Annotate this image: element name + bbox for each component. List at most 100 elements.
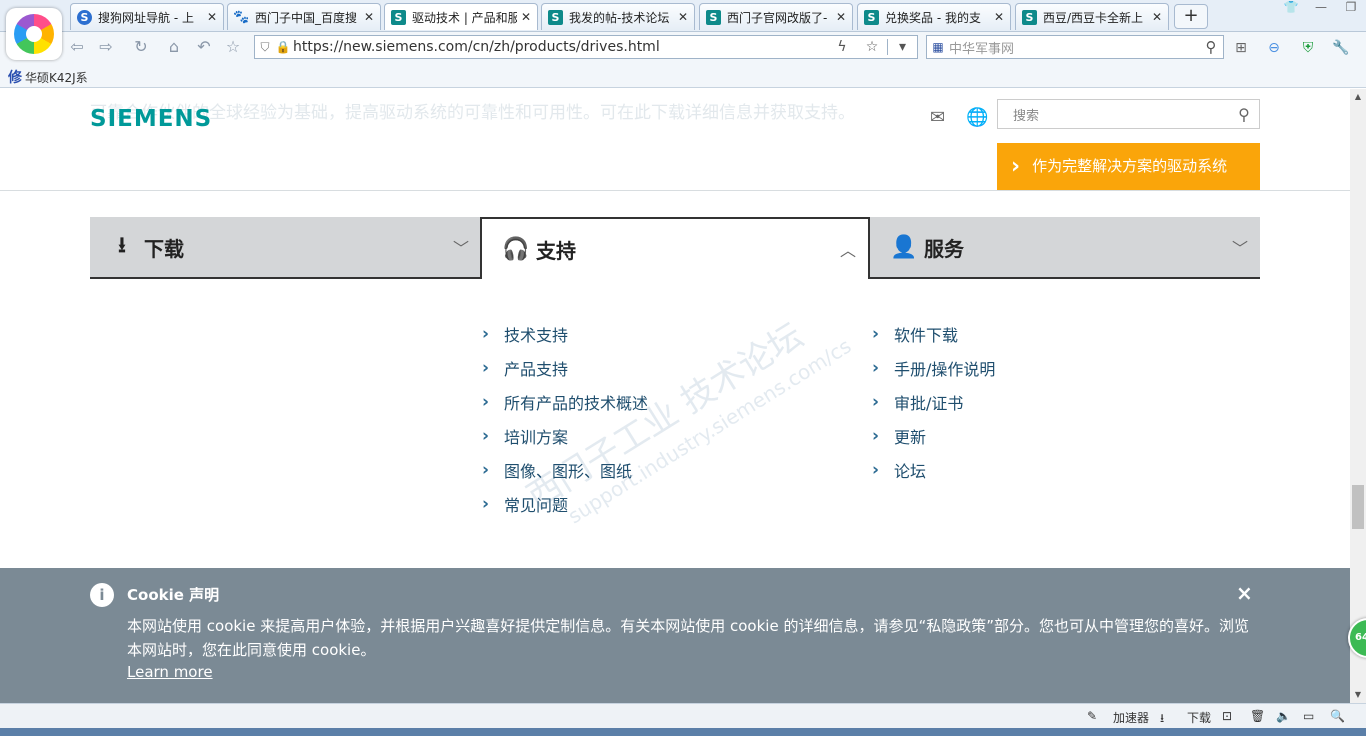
download-icon[interactable]: ⭳ xyxy=(1160,709,1164,730)
skin-icon[interactable]: 👕 xyxy=(1276,0,1306,18)
mail-icon[interactable]: ✉ xyxy=(930,107,945,128)
search-icon[interactable]: ⚲ xyxy=(1229,105,1259,124)
window-icon[interactable]: ▭ xyxy=(1303,709,1314,723)
lightning-icon[interactable]: ϟ xyxy=(827,39,857,55)
home-icon[interactable]: ⌂ xyxy=(163,36,185,58)
cookie-banner: i Cookie 声明 本网站使用 cookie 来提高用户体验，并根据用户兴趣… xyxy=(0,568,1350,703)
support-link[interactable]: › 常见问题 xyxy=(482,487,648,521)
headset-icon: 🎧 xyxy=(502,236,530,262)
zoom-icon[interactable]: 🔍 xyxy=(1330,709,1345,723)
volume-icon[interactable]: 🔈 xyxy=(1276,709,1291,723)
close-tab-icon[interactable]: ✕ xyxy=(678,10,688,24)
tools-wrench-icon[interactable]: 🔧 xyxy=(1330,37,1352,59)
tab-my-posts[interactable]: S 我发的帖-技术论坛 ✕ xyxy=(541,3,695,30)
grid-icon[interactable]: ⊞ xyxy=(1230,37,1252,59)
address-bar[interactable]: ⛉ 🔒 https://new.siemens.com/cn/zh/produc… xyxy=(254,35,918,59)
siemens-logo[interactable]: SIEMENS xyxy=(90,106,212,132)
shield-icon[interactable]: ⛉ xyxy=(255,40,275,55)
close-tab-icon[interactable]: ✕ xyxy=(994,10,1004,24)
siemens-s-icon: S xyxy=(548,9,563,25)
site-search-input[interactable]: 搜索 xyxy=(1013,105,1229,124)
support-link[interactable]: › 所有产品的技术概述 xyxy=(482,385,648,419)
site-search-box[interactable]: 搜索 ⚲ xyxy=(997,99,1260,129)
link-software-download[interactable]: 软件下载 xyxy=(894,322,958,346)
support-link[interactable]: › 审批/证书 xyxy=(872,385,995,419)
refresh-icon[interactable]: ↻ xyxy=(130,36,152,58)
favorite-star-icon[interactable]: ☆ xyxy=(222,36,244,58)
new-tab-button[interactable]: + xyxy=(1174,4,1208,29)
tab-baidu-search[interactable]: 🐾 西门子中国_百度搜 ✕ xyxy=(227,3,381,30)
minimize-icon[interactable]: — xyxy=(1306,0,1336,18)
screenshot-icon[interactable]: ⊡ xyxy=(1222,709,1232,723)
window-controls: 👕 — ❐ xyxy=(1276,0,1366,18)
accelerator-label[interactable]: 加速器 xyxy=(1113,709,1149,726)
pin-icon[interactable]: ✎ xyxy=(1087,709,1097,723)
close-tab-icon[interactable]: ✕ xyxy=(521,10,531,24)
link-product-support[interactable]: 产品支持 xyxy=(504,356,568,380)
tab-sogou-nav[interactable]: S 搜狗网址导航 - 上 ✕ xyxy=(70,3,224,30)
undo-close-icon[interactable]: ↶ xyxy=(193,36,215,58)
cookie-title: Cookie 声明 xyxy=(127,586,220,604)
close-icon[interactable]: × xyxy=(1236,581,1253,605)
baidu-paw-icon: 🐾 xyxy=(233,9,250,25)
accordion-support[interactable]: 🎧 支持 ︿ xyxy=(480,217,870,279)
scroll-up-icon[interactable]: ▲ xyxy=(1350,89,1366,105)
link-updates[interactable]: 更新 xyxy=(894,424,926,448)
globe-icon[interactable]: 🌐 xyxy=(966,107,988,128)
support-link[interactable]: › 论坛 xyxy=(872,453,995,487)
accordion-download[interactable]: ⭳ 下载 ﹀ xyxy=(90,217,481,279)
search-engine-icon[interactable]: ▦ xyxy=(927,40,949,54)
url-text[interactable]: https://new.siemens.com/cn/zh/products/d… xyxy=(291,39,827,55)
close-tab-icon[interactable]: ✕ xyxy=(364,10,374,24)
zoom-out-icon[interactable]: ⊖ xyxy=(1263,37,1285,59)
siemens-s-icon: S xyxy=(706,9,721,25)
drive-solution-button[interactable]: › 作为完整解决方案的驱动系统 xyxy=(997,143,1260,190)
link-manuals[interactable]: 手册/操作说明 xyxy=(894,356,995,380)
bookmark-star-icon[interactable]: ☆ xyxy=(857,39,887,55)
support-link[interactable]: › 软件下载 xyxy=(872,317,995,351)
accordion-service[interactable]: 👤 服务 ﹀ xyxy=(870,217,1260,279)
link-tech-overview[interactable]: 所有产品的技术概述 xyxy=(504,390,648,414)
support-links-right: › 软件下载 › 手册/操作说明 › 审批/证书 › 更新 › 论坛 xyxy=(872,317,995,487)
forward-icon[interactable]: ⇨ xyxy=(95,36,117,58)
download-label[interactable]: 下载 xyxy=(1187,709,1211,726)
tab-drives-active[interactable]: S 驱动技术 | 产品和服 ✕ xyxy=(384,3,538,30)
security-shield-icon[interactable]: ⛨ xyxy=(1297,37,1319,59)
tab-title: 西门子官网改版了- xyxy=(727,10,828,25)
tab-title: 兑换奖品 - 我的支 xyxy=(885,10,981,25)
support-link[interactable]: › 更新 xyxy=(872,419,995,453)
browser-search-input[interactable]: 中华军事网 xyxy=(949,38,1199,57)
link-certificates[interactable]: 审批/证书 xyxy=(894,390,963,414)
vertical-scrollbar[interactable]: ▲ ▼ xyxy=(1350,89,1366,703)
chevron-right-icon: › xyxy=(482,324,490,344)
close-tab-icon[interactable]: ✕ xyxy=(1152,10,1162,24)
link-images-drawings[interactable]: 图像、图形、图纸 xyxy=(504,458,632,482)
link-faq[interactable]: 常见问题 xyxy=(504,492,568,516)
close-tab-icon[interactable]: ✕ xyxy=(836,10,846,24)
support-link[interactable]: › 手册/操作说明 xyxy=(872,351,995,385)
scroll-thumb[interactable] xyxy=(1352,485,1364,529)
learn-more-link[interactable]: Learn more xyxy=(127,663,213,681)
link-tech-support[interactable]: 技术支持 xyxy=(504,322,568,346)
back-icon[interactable]: ⇦ xyxy=(66,36,88,58)
repair-icon: 修 xyxy=(8,70,22,86)
chevron-right-icon: › xyxy=(482,392,490,412)
search-icon[interactable]: ⚲ xyxy=(1199,38,1223,56)
scroll-down-icon[interactable]: ▼ xyxy=(1350,687,1366,703)
chevron-down-icon[interactable]: ▾ xyxy=(887,39,917,55)
link-training[interactable]: 培训方案 xyxy=(504,424,568,448)
link-forum[interactable]: 论坛 xyxy=(894,458,926,482)
bookmark-item[interactable]: 修 华硕K42J系 xyxy=(8,67,88,87)
tab-redeem-prizes[interactable]: S 兑换奖品 - 我的支 ✕ xyxy=(857,3,1011,30)
trash-icon[interactable]: 🗑 xyxy=(1250,709,1265,723)
restore-icon[interactable]: ❐ xyxy=(1336,0,1366,18)
support-link[interactable]: › 图像、图形、图纸 xyxy=(482,453,648,487)
browser-logo-icon[interactable] xyxy=(6,8,62,60)
support-link[interactable]: › 产品支持 xyxy=(482,351,648,385)
browser-search-box[interactable]: ▦ 中华军事网 ⚲ xyxy=(926,35,1224,59)
close-tab-icon[interactable]: ✕ xyxy=(207,10,217,24)
tab-xidou-card[interactable]: S 西豆/西豆卡全新上 ✕ xyxy=(1015,3,1169,30)
support-link[interactable]: › 技术支持 xyxy=(482,317,648,351)
tab-siemens-redesign[interactable]: S 西门子官网改版了- ✕ xyxy=(699,3,853,30)
support-link[interactable]: › 培训方案 xyxy=(482,419,648,453)
